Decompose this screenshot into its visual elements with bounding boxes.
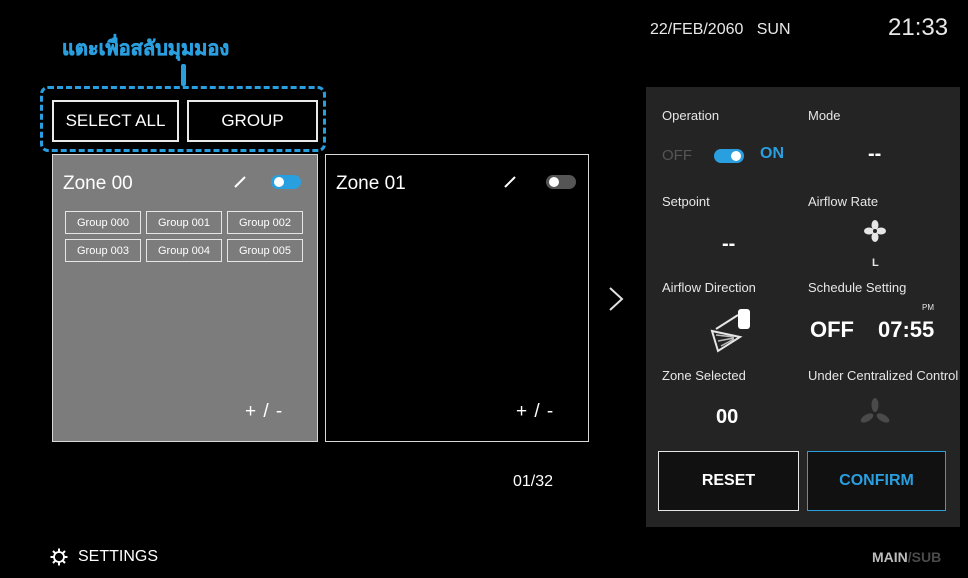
airflow-rate-value: L (872, 257, 879, 269)
clock: 21:33 (888, 14, 949, 41)
toggle-knob (731, 151, 741, 161)
group-button[interactable]: Group 005 (227, 239, 303, 262)
sub-label: SUB (911, 549, 942, 565)
confirm-button[interactable]: CONFIRM (807, 451, 946, 511)
group-button[interactable]: Group 003 (65, 239, 141, 262)
setpoint-value[interactable]: -- (722, 233, 735, 256)
page-indicator: 01/32 (513, 473, 554, 490)
date-display: 22/FEB/2060 SUN (650, 21, 791, 39)
group-button[interactable]: Group 001 (146, 211, 222, 234)
settings-label: SETTINGS (78, 548, 159, 565)
reset-button[interactable]: RESET (658, 451, 799, 511)
zone-power-toggle[interactable] (546, 175, 576, 189)
mode-value[interactable]: -- (868, 143, 881, 166)
main-label: MAIN (872, 549, 908, 565)
annotation-label: แตะเพื่อสลับมุมมอง (62, 36, 230, 61)
schedule-time[interactable]: 07:55 (878, 317, 934, 343)
zone-selected-label: Zone Selected (662, 368, 746, 383)
operation-toggle[interactable] (714, 149, 744, 163)
add-remove-group-button[interactable]: + / - (516, 401, 554, 423)
date-text: 22/FEB/2060 (650, 21, 744, 38)
centralized-control-icon (860, 398, 890, 423)
main-sub-switch[interactable]: MAIN/SUB (872, 549, 941, 565)
group-button[interactable]: Group 002 (227, 211, 303, 234)
schedule-ampm: PM (922, 303, 934, 312)
zone-title: Zone 01 (336, 173, 406, 194)
select-all-button[interactable]: SELECT ALL (52, 100, 179, 142)
zone-power-toggle[interactable] (271, 175, 301, 189)
edit-icon[interactable] (233, 175, 247, 189)
toggle-knob (274, 177, 284, 187)
mode-label: Mode (808, 108, 841, 123)
zone-card-01[interactable]: Zone 01 + / - (325, 154, 589, 442)
zone-card-00[interactable]: Zone 00 Group 000 Group 001 Group 002 Gr… (52, 154, 318, 442)
toggle-knob (549, 177, 559, 187)
group-view-button[interactable]: GROUP (187, 100, 318, 142)
group-button[interactable]: Group 004 (146, 239, 222, 262)
chevron-right-icon[interactable] (607, 286, 625, 312)
zone-selected-value: 00 (716, 406, 739, 428)
schedule-state[interactable]: OFF (810, 317, 854, 343)
setpoint-label: Setpoint (662, 194, 710, 209)
edit-icon[interactable] (503, 175, 517, 189)
fan-icon[interactable] (864, 220, 886, 242)
operation-off-label: OFF (662, 147, 692, 164)
centralized-control-label: Under Centralized Control (808, 368, 959, 383)
group-button[interactable]: Group 000 (65, 211, 141, 234)
airflow-rate-label: Airflow Rate (808, 194, 879, 209)
settings-button[interactable]: SETTINGS (50, 548, 158, 566)
control-panel: Operation OFF ON Mode -- Setpoint -- Air… (646, 87, 960, 527)
airflow-direction-icon[interactable] (708, 307, 756, 355)
schedule-label: Schedule Setting (808, 280, 907, 295)
group-list: Group 000 Group 001 Group 002 Group 003 … (65, 211, 303, 262)
day-text: SUN (756, 21, 791, 38)
airflow-direction-label: Airflow Direction (662, 280, 756, 295)
operation-label: Operation (662, 108, 720, 123)
zone-title: Zone 00 (63, 173, 133, 194)
operation-on-label: ON (760, 145, 784, 162)
gear-icon (50, 548, 68, 566)
add-remove-group-button[interactable]: + / - (245, 401, 283, 423)
annotation-pointer (181, 64, 186, 86)
